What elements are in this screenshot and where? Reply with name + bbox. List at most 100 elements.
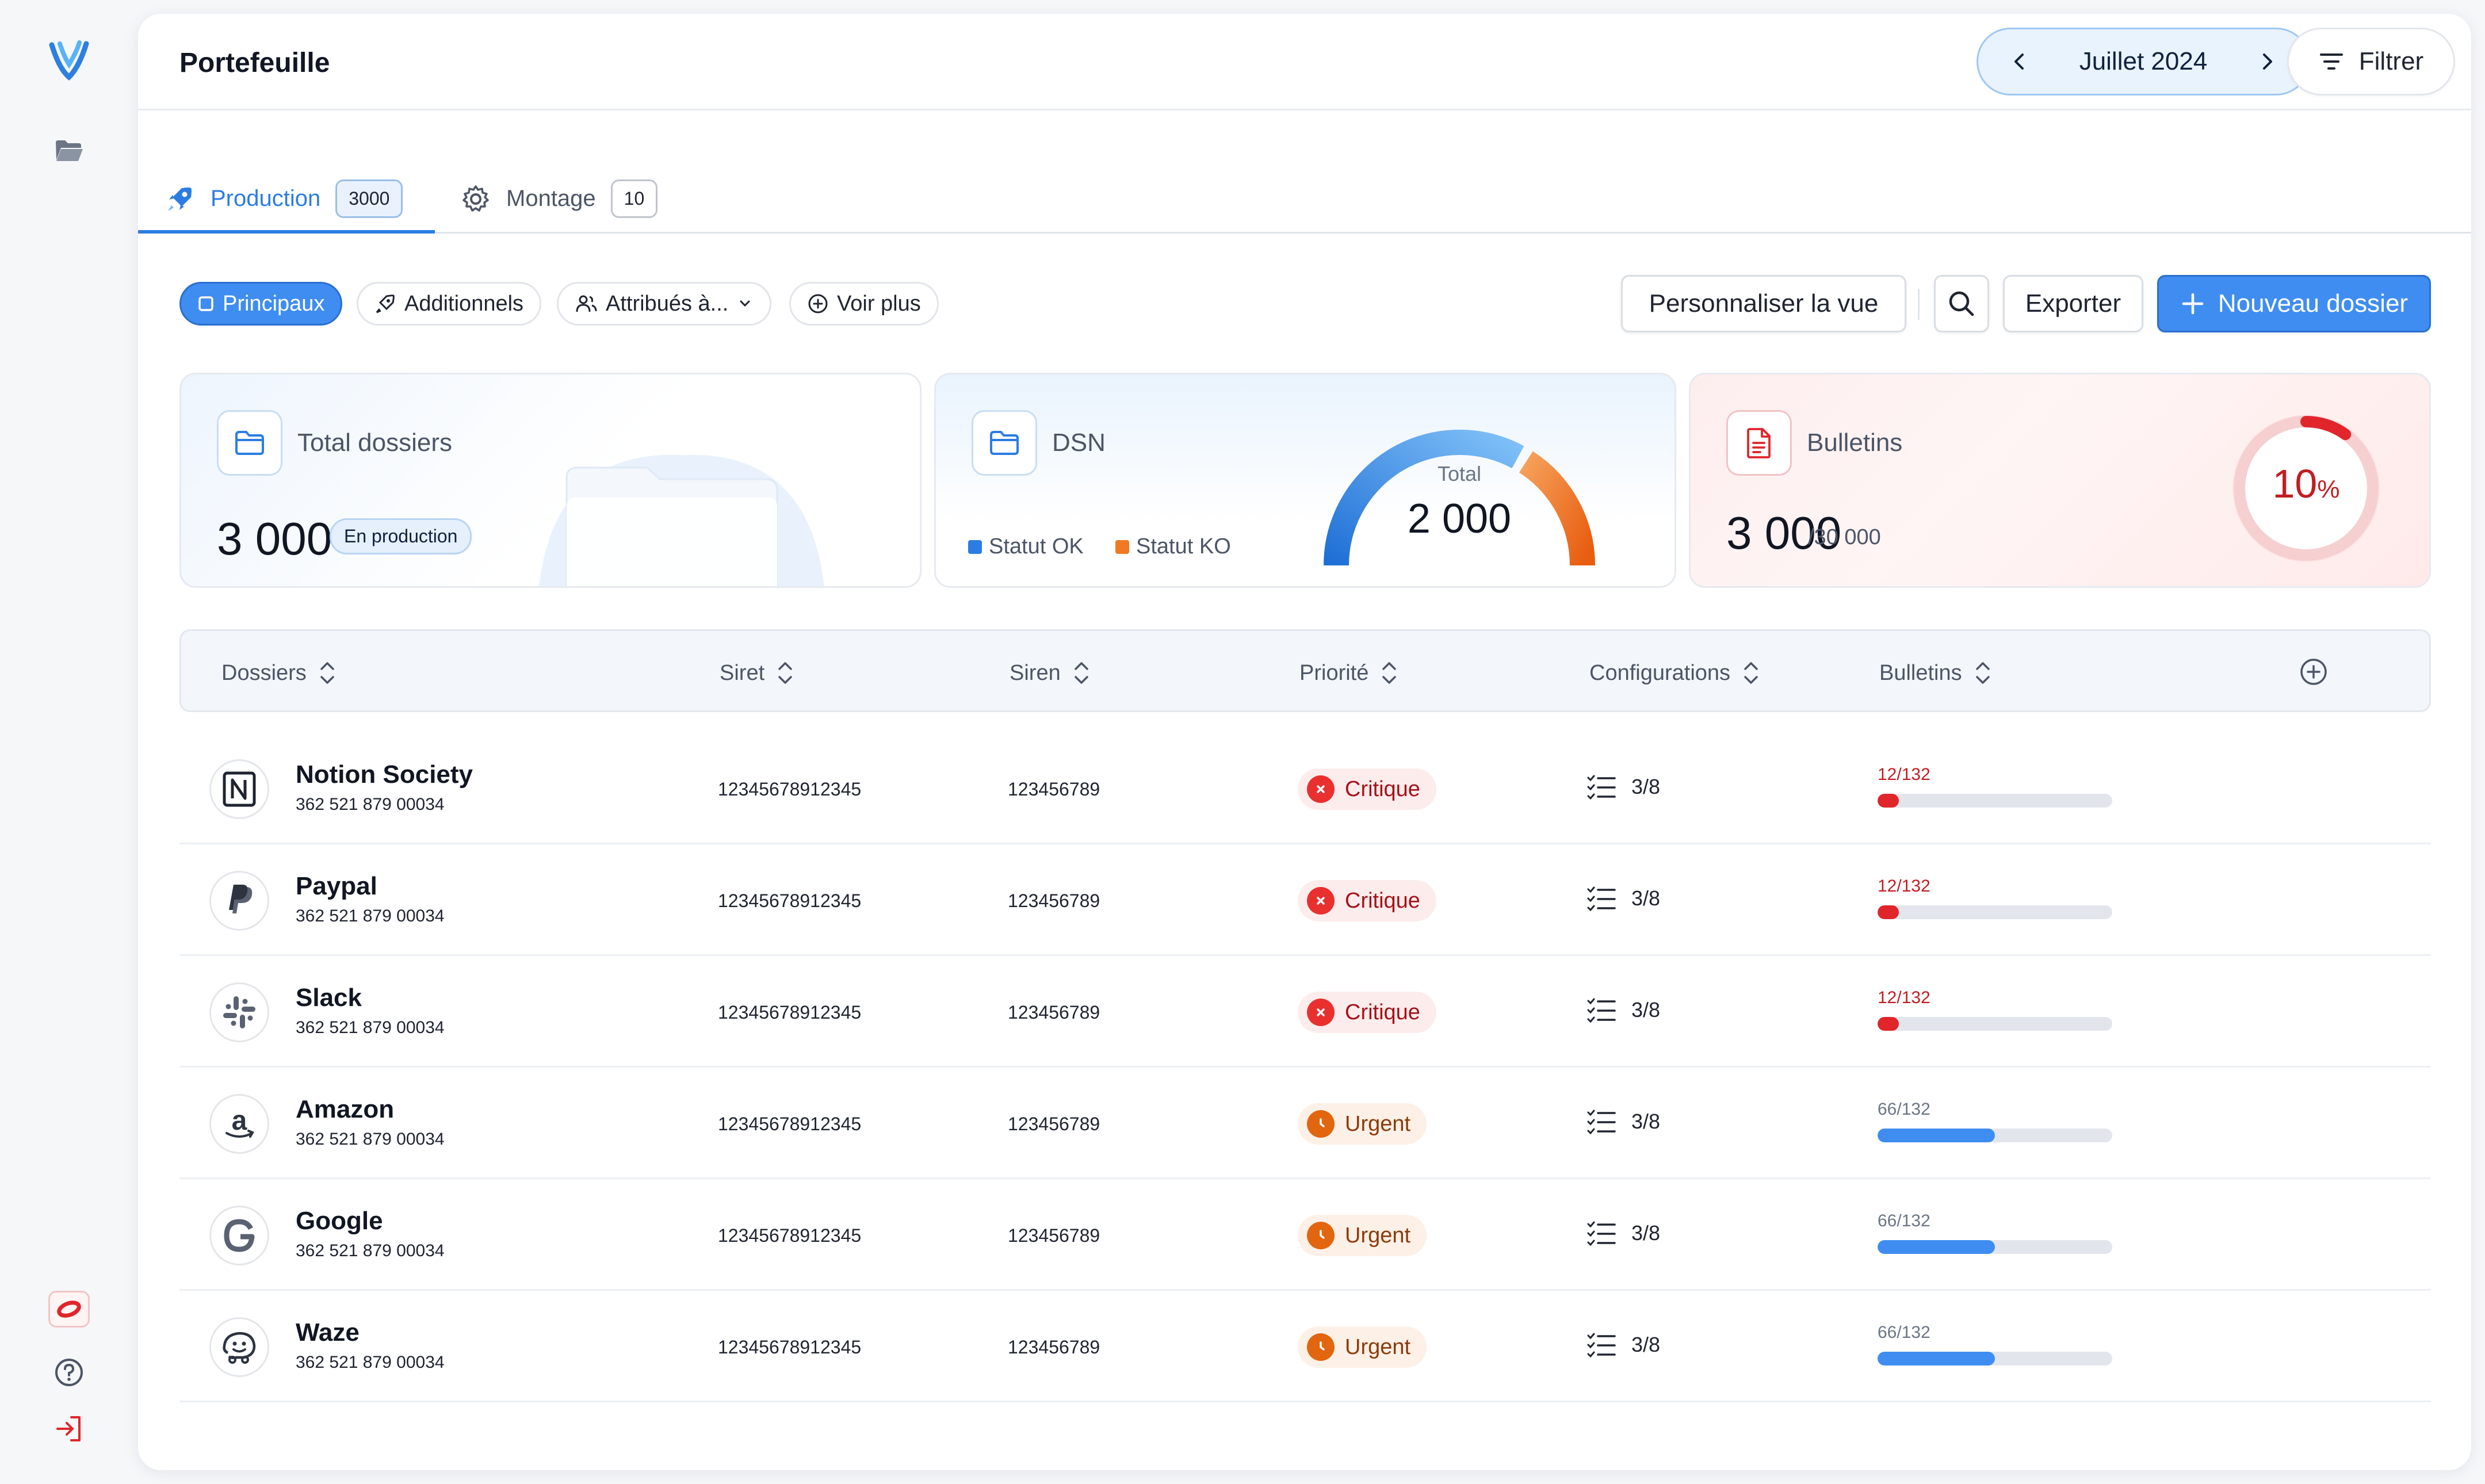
configurations-value: 3/8 [1631,1221,1661,1245]
plus-icon [2182,293,2204,315]
gauge-value: 2 000 [1407,496,1512,542]
filter-label: Filtrer [2358,47,2424,75]
configurations-value: 3/8 [1631,886,1661,910]
app-logo-icon[interactable] [46,37,92,83]
search-icon [1949,291,1974,316]
priority-badge: Urgent [1298,1103,1427,1145]
bulletins-percent: 10% [2226,461,2387,507]
tab-montage-count: 10 [610,179,658,218]
siren-cell: 123456789 [1008,1002,1100,1023]
legend-ko-swatch [1115,540,1129,554]
square-icon [198,296,213,311]
company-siret-formatted: 362 521 879 00034 [296,1130,445,1149]
configurations-cell: 3/8 [1586,1332,1660,1357]
siret-cell: 12345678912345 [718,1225,862,1246]
new-dossier-label: Nouveau dossier [2218,289,2408,318]
notion-logo-icon [209,759,269,819]
company-name[interactable]: Notion Society [296,760,473,789]
siret-cell: 12345678912345 [718,1002,862,1023]
siren-cell: 123456789 [1008,1225,1100,1246]
bulletins-progress-label: 66/132 [1878,1100,1930,1119]
col-siren-label: Siren [1010,660,1061,685]
plus-circle-icon [808,294,828,313]
filter-button[interactable]: Filtrer [2287,28,2455,95]
bulletins-progress-label: 66/132 [1878,1211,1930,1230]
stat-card-dsn: DSN Statut OK Statut KO Total 2 000 [934,373,1676,588]
checklist-icon [1587,998,1616,1023]
company-name[interactable]: Slack [296,984,362,1012]
table-row[interactable]: Google 362 521 879 00034 12345678912345 … [179,1179,2431,1291]
siret-cell: 12345678912345 [718,779,862,800]
siret-cell: 12345678912345 [718,890,862,911]
document-card-icon [1726,410,1792,476]
table-row[interactable]: Notion Society 362 521 879 00034 1234567… [179,733,2431,844]
legend-ko: Statut KO [1115,534,1231,559]
checklist-icon [1587,1221,1616,1246]
search-button[interactable] [1934,275,1989,332]
folder-icon[interactable] [54,138,84,163]
col-configurations[interactable]: Configurations [1589,659,1759,687]
table-row[interactable]: Waze 362 521 879 00034 12345678912345 12… [179,1291,2431,1402]
table-row[interactable]: Slack 362 521 879 00034 12345678912345 1… [179,956,2431,1068]
priority-label: Urgent [1345,1111,1411,1136]
help-icon[interactable] [54,1357,84,1387]
siren-cell: 123456789 [1008,1337,1100,1357]
stat-card-total-dossiers: Total dossiers 3 000 En production [179,373,922,588]
siret-cell: 12345678912345 [718,1114,862,1134]
company-name[interactable]: Paypal [296,872,377,901]
bulletins-progress-bar [1878,1017,2112,1031]
personnaliser-vue-button[interactable]: Personnaliser la vue [1621,275,1906,332]
col-siret-label: Siret [720,660,765,685]
new-dossier-button[interactable]: Nouveau dossier [2157,275,2431,332]
stat-card-bulletins: Bulletins 3 000 /30 000 10% [1689,373,2431,588]
tab-production[interactable]: Production 3000 [165,179,403,218]
col-siret[interactable]: Siret [720,659,793,687]
bulletins-percent-value: 10 [2272,461,2318,506]
sort-icon [320,662,334,684]
users-icon [576,295,597,312]
bulletins-progress-label: 12/132 [1878,765,1930,784]
company-name[interactable]: Google [296,1207,383,1236]
configurations-cell: 3/8 [1586,1109,1660,1134]
chevron-right-icon[interactable] [2255,50,2278,73]
company-name[interactable]: Waze [296,1318,360,1347]
bulletins-progress-label: 12/132 [1878,988,1930,1007]
tab-montage-label: Montage [506,186,596,211]
tab-montage[interactable]: Montage 10 [460,179,658,218]
chip-additionnels-label: Additionnels [404,291,524,316]
col-siren[interactable]: Siren [1010,659,1089,687]
table-row[interactable]: Paypal 362 521 879 00034 12345678912345 … [179,844,2431,956]
logout-icon[interactable] [54,1414,84,1444]
chip-principaux[interactable]: Principaux [179,282,343,326]
amazon-logo-icon: a [209,1094,269,1154]
priority-badge: Urgent [1298,1326,1427,1368]
bulletins-progress-bar [1878,1129,2112,1142]
tab-bar: Production 3000 Montage 10 [138,110,2471,234]
company-siret-formatted: 362 521 879 00034 [296,1018,445,1037]
sort-icon [1074,662,1088,684]
priority-badge: Critique [1298,768,1436,810]
col-priorite-label: Priorité [1299,660,1369,685]
company-siret-formatted: 362 521 879 00034 [296,795,445,814]
close-icon [1307,999,1335,1026]
col-priorite[interactable]: Priorité [1299,659,1397,687]
priority-label: Critique [1345,1000,1420,1024]
tab-production-count: 3000 [335,179,403,218]
paypal-logo-icon [209,871,269,931]
table-row[interactable]: a Amazon 362 521 879 00034 1234567891234… [179,1068,2431,1179]
col-bulletins[interactable]: Bulletins [1879,659,1991,687]
col-dossiers-label: Dossiers [221,660,307,685]
add-column-icon[interactable] [2298,656,2329,687]
chevron-left-icon[interactable] [2008,50,2031,73]
chip-additionnels[interactable]: Additionnels [357,282,542,326]
company-name[interactable]: Amazon [296,1095,394,1124]
priority-badge: Critique [1298,880,1436,921]
chip-voir-plus-label: Voir plus [837,291,921,316]
chip-attribues-dropdown[interactable]: Attribués à... [557,282,772,326]
export-button[interactable]: Exporter [2003,275,2143,332]
brand-badge-icon[interactable] [48,1291,90,1328]
legend-ok-swatch [968,540,982,554]
col-dossiers[interactable]: Dossiers [221,659,335,687]
chip-voir-plus[interactable]: Voir plus [789,282,939,326]
bulletins-progress-label: 66/132 [1878,1323,1930,1342]
